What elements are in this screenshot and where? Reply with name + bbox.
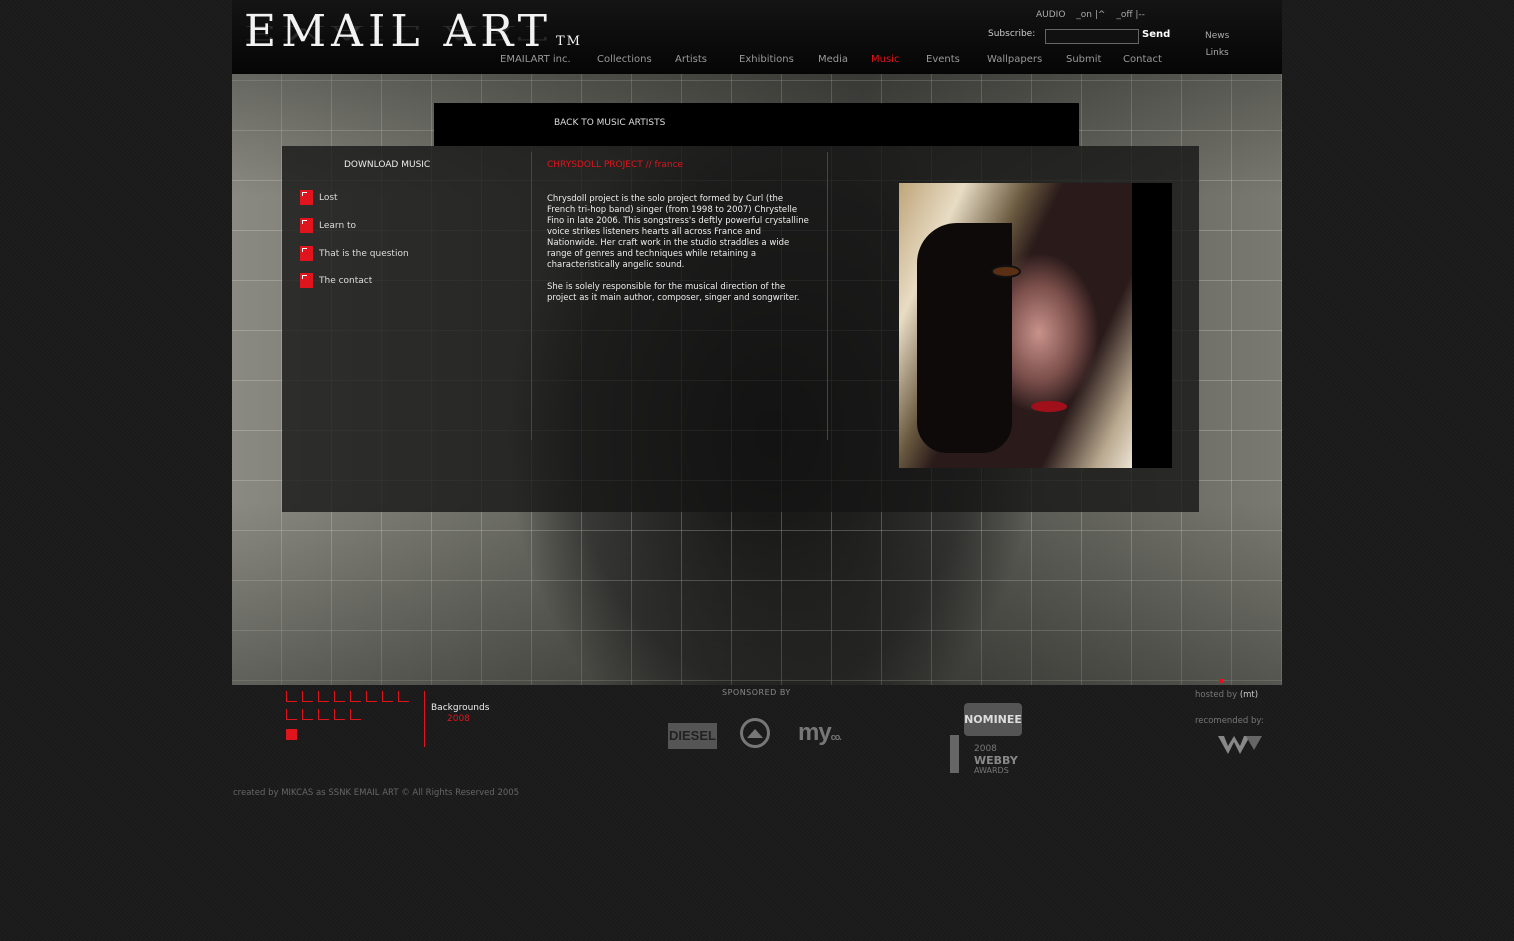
main-nav: EMAILART inc. Collections Artists Exhibi… [232,54,1282,68]
file-icon [300,246,313,261]
photo-hair [917,223,1012,453]
nav-music[interactable]: Music [871,54,899,65]
back-bar: BACK TO MUSIC ARTISTS [434,103,1079,146]
background-thumb[interactable] [366,691,377,702]
hosted-by: hosted by (mt) [1195,690,1258,700]
nav-events[interactable]: Events [926,54,960,65]
background-thumb[interactable] [398,691,409,702]
backgrounds-title: Backgrounds [431,703,490,713]
photo-lips [1031,401,1067,412]
nav-contact[interactable]: Contact [1123,54,1162,65]
download-music-title: DOWNLOAD MUSIC [344,160,431,170]
logo-trademark: TM [556,34,582,49]
background-thumb[interactable] [318,691,329,702]
track-name: Learn to [319,221,357,231]
nav-exhibitions[interactable]: Exhibitions [739,54,794,65]
backgrounds-year: 2008 [447,714,470,724]
diesel-logo[interactable]: DIESEL [668,723,717,749]
background-thumb[interactable] [286,709,297,720]
back-to-music-artists-link[interactable]: BACK TO MUSIC ARTISTS [554,118,665,128]
file-icon [300,273,313,288]
file-icon [300,218,313,233]
myco-co: co. [830,732,842,742]
backgrounds-label: Backgrounds 2008 [431,703,489,725]
nav-artists[interactable]: Artists [675,54,707,65]
myco-my: my [798,719,832,746]
subscribe-email-input[interactable] [1045,29,1139,44]
webby-nominee-badge[interactable]: NOMINEE [964,703,1022,736]
background-thumb[interactable] [302,691,313,702]
nominee-label: NOMINEE [964,713,1022,726]
webby-awards-logo[interactable]: 2008 WEBBY AWARDS [950,735,1020,775]
content-panel: DOWNLOAD MUSIC Lost Learn to That is the… [282,146,1199,512]
artist-photo-frame [899,183,1172,468]
artist-title: CHRYSDOLL PROJECT // france [547,160,684,170]
audio-on-button[interactable]: _on |^ [1076,10,1105,20]
bio-paragraph: She is solely responsible for the musica… [547,282,800,303]
w-logo-icon[interactable] [1218,734,1262,756]
track-name: That is the question [319,249,409,259]
bio-paragraph: Chrysdoll project is the solo project fo… [547,194,809,270]
nav-submit[interactable]: Submit [1066,54,1101,65]
nav-emailart-inc[interactable]: EMAILART inc. [500,54,571,65]
mountain-circle-logo[interactable] [740,718,770,748]
audio-label: AUDIO [1036,10,1066,20]
background-thumb[interactable] [334,691,345,702]
recommended-label: recomended by: [1195,716,1264,726]
header: EMAIL ART TM EMAIL ART AUDIO _on |^ _off … [232,0,1282,74]
subscribe-label: Subscribe: [988,29,1036,39]
webby-awards-text: AWARDS [974,766,1009,775]
nav-media[interactable]: Media [818,54,848,65]
hosted-mt-link[interactable]: (mt) [1240,690,1258,700]
background-thumb[interactable] [334,709,345,720]
nav-collections[interactable]: Collections [597,54,652,65]
track-name: Lost [319,193,338,203]
photo-eye [991,265,1021,278]
right-divider [827,152,828,440]
subscribe-form: Subscribe: [988,29,1139,44]
send-button[interactable]: Send [1142,29,1170,40]
artist-photo [899,183,1132,468]
audio-off-button[interactable]: _off |-- [1116,10,1145,20]
background-thumb[interactable] [382,691,393,702]
nav-wallpapers[interactable]: Wallpapers [987,54,1042,65]
background-thumb-selected[interactable] [286,729,297,740]
myco-logo[interactable]: myco. [798,719,842,747]
background-thumb[interactable] [286,691,297,702]
background-thumb[interactable] [350,709,361,720]
left-divider [531,152,532,440]
news-link[interactable]: News [1205,28,1229,45]
backgrounds-divider [424,691,425,747]
background-thumb[interactable] [350,691,361,702]
logo-reflection: EMAIL ART [244,21,553,44]
track-name: The contact [319,276,373,286]
background-thumb[interactable] [318,709,329,720]
audio-controls: AUDIO _on |^ _off |-- [1036,10,1153,20]
sponsored-label: SPONSORED BY [722,688,791,697]
footer: Backgrounds 2008 SPONSORED BY DIESEL myc… [232,685,1282,805]
artist-bio: Chrysdoll project is the solo project fo… [547,194,809,315]
hosted-label: hosted by [1195,690,1238,700]
red-dot-marker [1219,679,1223,683]
credits-text: created by MIKCAS as SSNK EMAIL ART © Al… [233,788,520,798]
background-thumb[interactable] [302,709,313,720]
webby-bar-icon [950,735,959,773]
file-icon [300,190,313,205]
webby-year: 2008 [974,744,997,754]
